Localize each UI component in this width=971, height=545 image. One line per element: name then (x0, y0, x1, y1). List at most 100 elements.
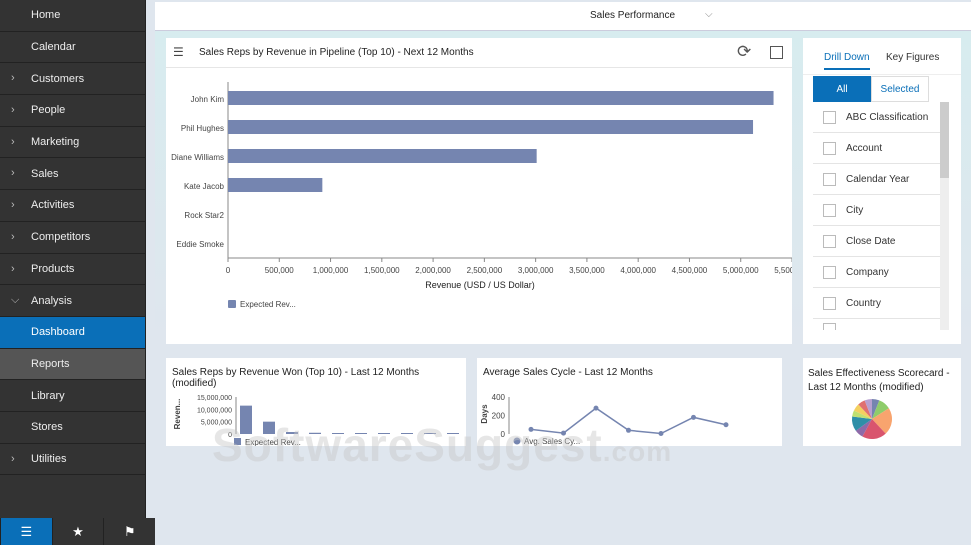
flag-icon[interactable]: ⚑ (103, 518, 156, 545)
checkbox[interactable] (823, 234, 836, 248)
segment-selected[interactable]: Selected (871, 76, 929, 102)
sidebar-item-library[interactable]: Library (0, 380, 145, 412)
tick-label: 500,000 (265, 266, 294, 275)
drill-down-panel: Drill Down Key Figures All Selected ABC … (803, 38, 961, 344)
tab-drill-down[interactable]: Drill Down (824, 52, 870, 70)
category-label: John Kim (191, 95, 225, 104)
chevron-down-icon[interactable]: ⌵ (705, 9, 713, 20)
menu-icon[interactable]: ☰ (0, 518, 52, 545)
sidebar-item-analysis[interactable]: ⌵ Analysis (0, 285, 145, 317)
sidebar-item-customers[interactable]: › Customers (0, 63, 145, 96)
dashboard-selector[interactable]: Sales Performance (590, 10, 675, 21)
y-axis-label: Reven... (173, 399, 182, 430)
tick-label: 15,000,000 (197, 395, 232, 402)
drill-item[interactable]: ABC Classification (813, 102, 940, 133)
chevron-right-icon: › (11, 167, 15, 180)
bar (228, 149, 537, 163)
bar (263, 421, 275, 434)
bar (286, 432, 298, 434)
x-axis-label: Revenue (USD / US Dollar) (425, 280, 535, 290)
checkbox[interactable] (823, 110, 836, 124)
chevron-right-icon: › (11, 135, 15, 148)
sidebar-item-utilities[interactable]: › Utilities (0, 444, 145, 476)
data-point (691, 414, 696, 420)
checkbox[interactable] (823, 141, 836, 155)
bar (309, 432, 321, 434)
legend-label: Avg. Sales Cy... (524, 437, 580, 446)
data-point (723, 422, 729, 428)
drill-item[interactable]: Calendar Year (813, 164, 940, 195)
drill-item[interactable]: Company (813, 257, 940, 288)
star-icon[interactable]: ★ (51, 518, 104, 545)
tick-label: 10,000,000 (197, 407, 232, 414)
drill-item[interactable]: City (813, 195, 940, 226)
revenue-won-chart: Reven... 15,000,000 10,000,000 5,000,000 0 Ex… (173, 395, 459, 446)
drill-item-label: Country (846, 297, 882, 309)
sidebar-item-label: Activities (31, 199, 75, 212)
chevron-right-icon: › (11, 230, 15, 243)
sidebar-item-label: Competitors (31, 231, 91, 244)
sidebar-item-calendar[interactable]: Calendar (0, 32, 145, 64)
drill-item-label: City (846, 204, 864, 216)
segment-all[interactable]: All (813, 76, 871, 102)
tick-label: 0 (501, 430, 506, 439)
checkbox[interactable] (823, 296, 836, 310)
sidebar-item-stores[interactable]: Stores (0, 412, 145, 444)
legend-swatch (234, 438, 241, 445)
bar (447, 433, 459, 434)
sidebar: Home Calendar › Customers › People › Marketing ›… (0, 0, 146, 518)
tick-label: 2,000,000 (415, 266, 451, 275)
sidebar-bottom-bar: ☰ ★ ⚑ (0, 518, 156, 545)
sidebar-item-label: Analysis (31, 294, 72, 307)
legend-swatch (513, 437, 521, 445)
category-label: Eddie Smoke (176, 240, 224, 249)
drill-item[interactable]: Country (813, 288, 940, 319)
drill-item[interactable]: Close Date (813, 226, 940, 257)
sidebar-item-dashboard[interactable]: Dashboard (0, 316, 145, 349)
legend-label: Expected Rev... (240, 300, 296, 309)
sidebar-item-label: Sales (31, 167, 59, 180)
sidebar-item-competitors[interactable]: › Competitors (0, 222, 145, 254)
sidebar-item-label: Home (31, 9, 61, 22)
sidebar-item-people[interactable]: › People (0, 95, 145, 127)
tab-key-figures[interactable]: Key Figures (886, 52, 939, 63)
data-point (593, 405, 599, 411)
bar (355, 433, 367, 434)
category-label: Phil Hughes (181, 124, 224, 133)
sidebar-item-label: Marketing (31, 136, 80, 149)
sidebar-item-label: Customers (31, 72, 85, 85)
sidebar-item-sales[interactable]: › Sales (0, 158, 145, 191)
tick-label: 4,500,000 (672, 266, 708, 275)
sidebar-item-products[interactable]: › Products (0, 254, 145, 286)
bar (424, 433, 436, 434)
sidebar-item-label: Utilities (31, 452, 67, 465)
sidebar-item-activities[interactable]: › Activities (0, 190, 145, 222)
revenue-won-panel: Sales Reps by Revenue Won (Top 10) - Las… (166, 358, 466, 446)
drill-item-label: Calendar Year (846, 173, 910, 185)
checkbox[interactable] (823, 265, 836, 279)
tick-label: 5,000,000 (201, 420, 232, 427)
tick-label: 3,000,000 (518, 266, 554, 275)
sidebar-item-marketing[interactable]: › Marketing (0, 127, 145, 159)
pipeline-bar-chart: John Kim Phil Hughes Diane Williams Kate Ja… (171, 82, 792, 309)
bar (378, 433, 390, 434)
header: Sales Performance ⌵ (155, 2, 971, 31)
category-label: Diane Williams (171, 153, 224, 162)
category-label: Kate Jacob (184, 182, 225, 191)
checkbox[interactable] (823, 172, 836, 186)
scorecard-pie-chart (852, 399, 892, 439)
legend-swatch (228, 300, 236, 308)
sidebar-item-label: Products (31, 262, 75, 275)
scrollbar[interactable] (940, 102, 949, 330)
chevron-right-icon: › (11, 72, 15, 85)
tick-label: 1,500,000 (364, 266, 400, 275)
tick-label: 400 (492, 393, 506, 402)
pipeline-chart-panel: ☰ Sales Reps by Revenue in Pipeline (Top… (166, 38, 792, 344)
checkbox[interactable] (823, 203, 836, 217)
drill-item[interactable]: Account (813, 133, 940, 164)
sales-cycle-chart: Days400 200 0 Avg. Sales Cy... (480, 393, 729, 446)
sidebar-item-reports[interactable]: Reports (0, 348, 145, 381)
sidebar-item-label: Dashboard (31, 326, 85, 339)
drill-item-label: Close Date (846, 235, 896, 247)
sidebar-item-home[interactable]: Home (0, 0, 145, 32)
